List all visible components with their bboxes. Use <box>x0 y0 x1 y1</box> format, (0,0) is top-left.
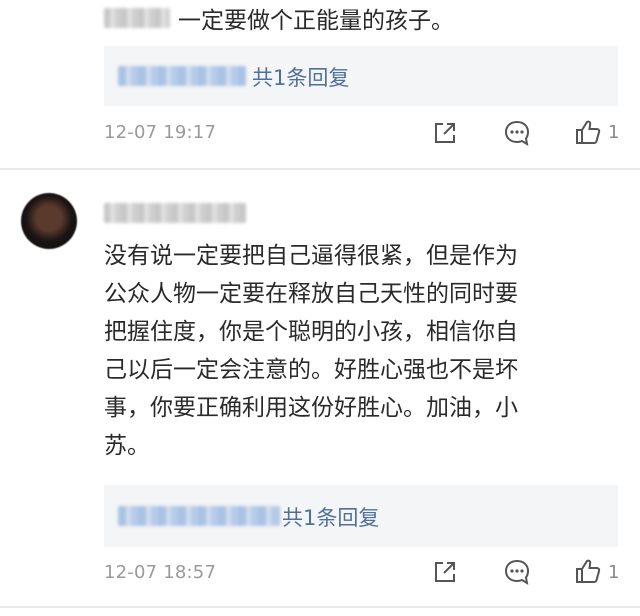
comment-text-line: 公众人物一定要在释放自己天性的同时要 <box>104 281 518 307</box>
blurred-username <box>104 8 170 28</box>
blurred-reply-author <box>118 506 280 526</box>
comment-timestamp: 12-07 18:57 <box>104 562 217 583</box>
comment-icon[interactable] <box>503 119 531 147</box>
comment-text-line: 把握住度，你是个聪明的小孩，相信你自 <box>104 319 518 345</box>
share-icon[interactable] <box>432 559 458 585</box>
comment-text-line: 苏。 <box>104 433 150 459</box>
comment-text-line: 己以后一定会注意的。好胜心强也不是坏 <box>104 357 518 383</box>
like-count: 1 <box>608 122 620 143</box>
thumbs-up-icon[interactable] <box>574 557 602 585</box>
view-replies-link[interactable]: 共1条回复 <box>282 502 379 532</box>
reply-preview-box[interactable]: 共1条回复 <box>104 46 618 106</box>
like-count: 1 <box>608 562 620 583</box>
view-replies-link[interactable]: 共1条回复 <box>252 62 349 92</box>
comment-divider <box>0 606 640 608</box>
blurred-reply-author <box>118 66 246 86</box>
comment-divider <box>0 168 640 170</box>
share-icon[interactable] <box>432 120 458 146</box>
blurred-username[interactable] <box>104 203 246 223</box>
comment-text-line: 事，你要正确利用这份好胜心。加油，小 <box>104 395 518 421</box>
thumbs-up-icon[interactable] <box>574 118 602 146</box>
reply-preview-box[interactable]: 共1条回复 <box>104 485 618 547</box>
comment-text-line: 一定要做个正能量的孩子。 <box>178 8 454 34</box>
avatar[interactable] <box>21 193 77 249</box>
comment-timestamp: 12-07 19:17 <box>104 122 217 143</box>
comment-icon[interactable] <box>503 558 531 586</box>
comment-text-line: 没有说一定要把自己逼得很紧，但是作为 <box>104 243 518 269</box>
